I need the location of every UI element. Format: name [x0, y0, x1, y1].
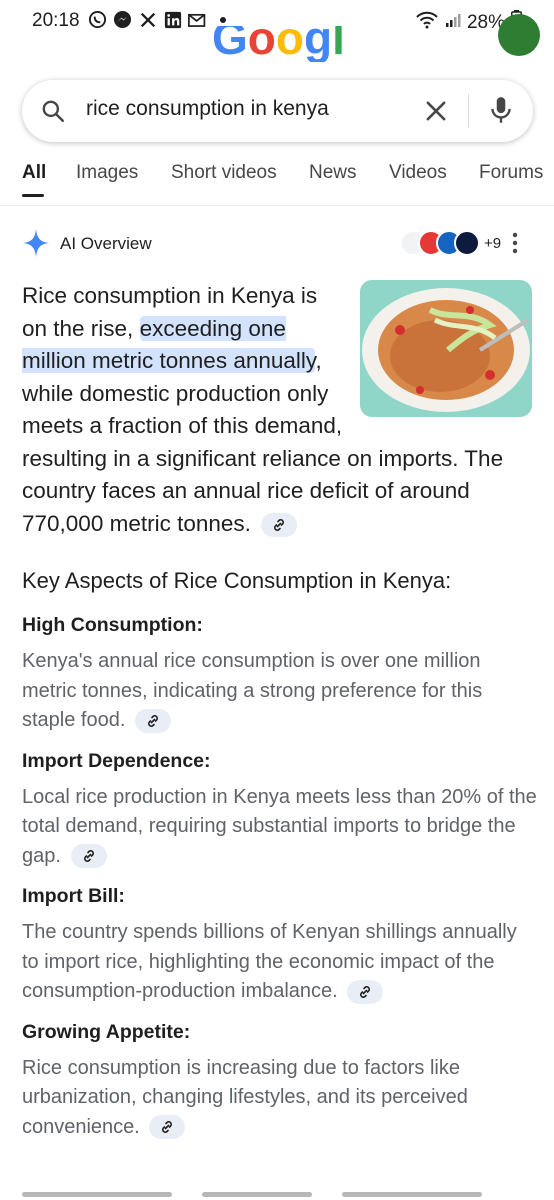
search-tabs: All Images Short videos News Videos Foru…	[0, 150, 554, 198]
source-favicons[interactable]: +9	[400, 230, 501, 256]
tabs-divider	[0, 205, 554, 206]
mic-icon[interactable]	[488, 95, 514, 132]
source-link-chip[interactable]	[149, 1115, 186, 1140]
clipped-text	[202, 1192, 312, 1197]
email-icon	[188, 10, 207, 29]
tab-videos[interactable]: Videos	[389, 162, 447, 184]
account-avatar[interactable]	[498, 14, 540, 56]
search-divider	[468, 94, 469, 128]
aspect-body: Rice consumption is increasing due to fa…	[22, 1054, 537, 1143]
aspect-body: The country spends billions of Kenyan sh…	[22, 918, 537, 1007]
source-link-chip[interactable]	[261, 512, 298, 537]
whatsapp-icon	[88, 10, 107, 29]
aspect-title: Growing Appetite:	[22, 1020, 191, 1043]
sparkle-icon	[22, 228, 50, 263]
signal-icon	[445, 12, 461, 34]
source-count: +9	[484, 234, 502, 252]
aspect-title: Import Dependence:	[22, 749, 211, 772]
source-link-chip[interactable]	[347, 979, 384, 1004]
aspect-body: Kenya's annual rice consumption is over …	[22, 647, 537, 736]
link-icon	[83, 850, 94, 863]
link-icon	[360, 985, 371, 998]
search-icon[interactable]	[40, 98, 66, 129]
search-box[interactable]	[22, 80, 533, 142]
aspect-body: Local rice production in Kenya meets les…	[22, 783, 537, 872]
wifi-icon	[415, 11, 439, 35]
key-aspects-heading: Key Aspects of Rice Consumption in Kenya…	[22, 568, 452, 593]
link-icon	[162, 1121, 173, 1134]
tab-forums[interactable]: Forums	[479, 162, 543, 184]
notification-icons	[88, 10, 232, 29]
clipped-text	[22, 1192, 172, 1197]
clipped-text-row	[22, 1188, 522, 1200]
linkedin-icon	[163, 10, 182, 29]
x-icon	[138, 10, 157, 29]
aspect-title: High Consumption:	[22, 614, 203, 636]
source-link-chip[interactable]	[134, 708, 171, 733]
link-icon	[274, 518, 285, 531]
google-logo[interactable]: Google	[212, 26, 342, 62]
tab-all[interactable]: All	[22, 162, 46, 184]
status-time: 20:18	[32, 10, 80, 31]
tab-images[interactable]: Images	[76, 162, 138, 184]
ai-overview-answer: Rice consumption in Kenya is on the rise…	[22, 280, 532, 540]
tab-short-videos[interactable]: Short videos	[171, 162, 277, 184]
clipped-text	[342, 1192, 482, 1197]
search-input[interactable]	[86, 97, 426, 121]
active-tab-indicator	[22, 194, 44, 197]
aspect-body-text: The country spends billions of Kenyan sh…	[22, 921, 517, 1002]
source-favicon-4	[454, 230, 480, 256]
key-aspects-list: High Consumption: Kenya's annual rice co…	[22, 614, 537, 1156]
rice-dish-image[interactable]	[360, 280, 532, 417]
more-options-icon[interactable]	[512, 232, 518, 259]
ai-overview-header: AI Overview +9	[0, 226, 554, 262]
tab-news[interactable]: News	[309, 162, 357, 184]
aspect-body-text: Kenya's annual rice consumption is over …	[22, 650, 483, 731]
ai-overview-title: AI Overview	[60, 234, 152, 253]
aspect-title: Import Bill:	[22, 885, 125, 907]
svg-text:Google: Google	[212, 26, 342, 62]
source-link-chip[interactable]	[70, 844, 107, 869]
link-icon	[148, 714, 158, 727]
messenger-icon	[113, 10, 132, 29]
aspect-body-text: Rice consumption is increasing due to fa…	[22, 1056, 468, 1138]
clear-icon[interactable]	[422, 97, 450, 130]
